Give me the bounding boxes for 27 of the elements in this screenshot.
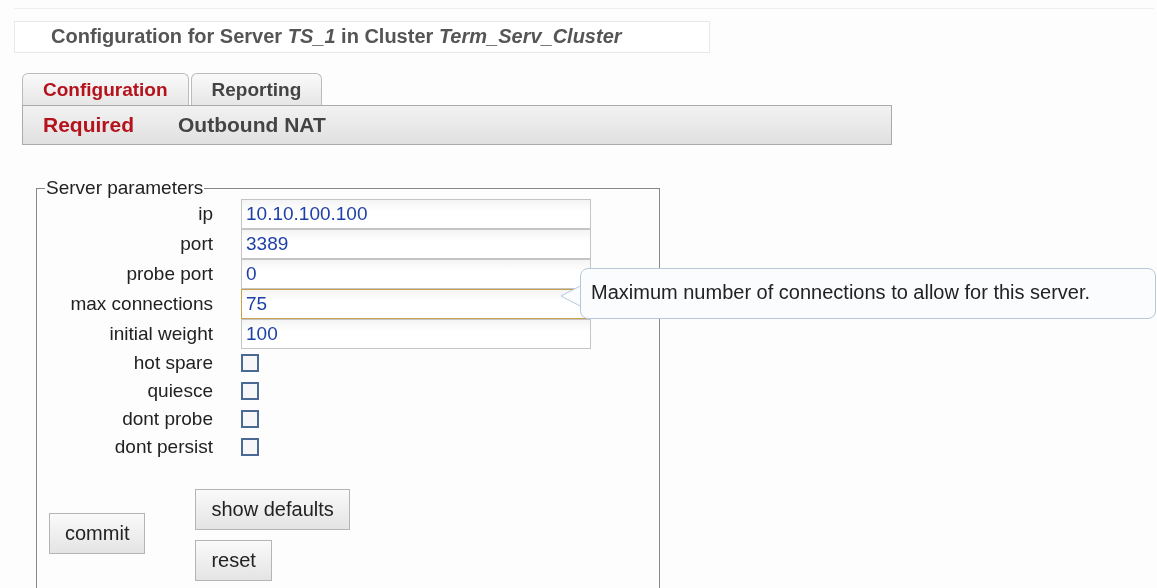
text-field[interactable]: 3389	[241, 229, 591, 259]
field-label: port	[179, 232, 213, 256]
checkbox[interactable]	[241, 410, 259, 428]
field-label: probe port	[125, 262, 213, 286]
tooltip: Maximum number of connections to allow for this server.	[580, 268, 1156, 319]
text-field[interactable]: 0	[241, 259, 591, 289]
field-label: ip	[197, 202, 213, 226]
subtab[interactable]: Required	[43, 113, 134, 137]
checkbox-label: hot spare	[132, 351, 213, 375]
checkbox-label: quiesce	[146, 379, 213, 403]
show-defaults-button[interactable]: show defaults	[195, 489, 350, 530]
field-label: initial weight	[108, 322, 213, 346]
subtab[interactable]: Outbound NAT	[178, 113, 326, 137]
reset-button[interactable]: reset	[195, 540, 272, 581]
commit-button[interactable]: commit	[49, 513, 146, 554]
text-field[interactable]: 100	[241, 319, 591, 349]
text-field[interactable]: 10.10.100.100	[241, 199, 591, 229]
tab[interactable]: Configuration	[22, 73, 189, 105]
group-legend: Server parameters	[45, 177, 205, 199]
checkbox-label: dont persist	[113, 435, 213, 459]
checkbox[interactable]	[241, 354, 259, 372]
field-label: max connections	[69, 292, 213, 316]
checkbox-label: dont probe	[121, 407, 213, 431]
page-heading: Configuration for Server TS_1 in Cluster Term_Serv_Cluster	[14, 21, 710, 53]
checkbox[interactable]	[241, 382, 259, 400]
tab[interactable]: Reporting	[190, 73, 323, 105]
checkbox[interactable]	[241, 438, 259, 456]
